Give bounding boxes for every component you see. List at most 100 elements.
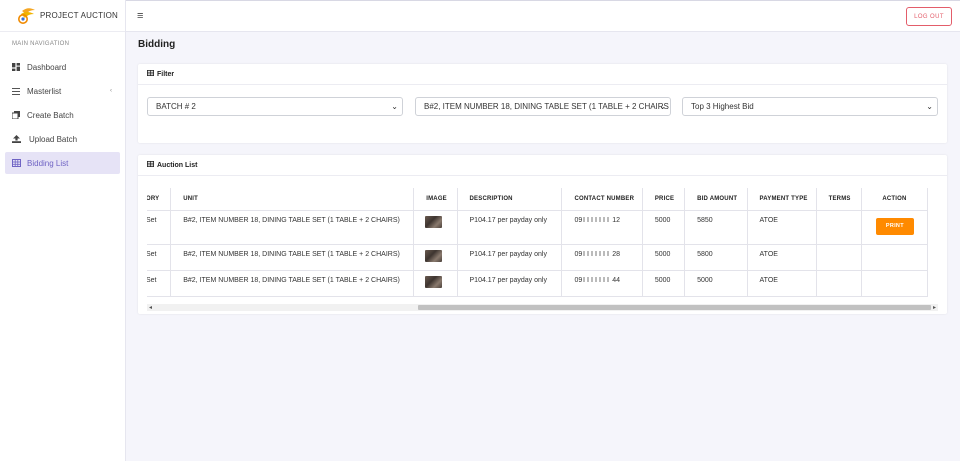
sidebar-item-masterlist[interactable]: Masterlist ‹ <box>5 80 120 102</box>
bid-filter-select[interactable]: Top 3 Highest Bid ⌄ <box>682 97 938 116</box>
item-thumbnail[interactable] <box>425 249 443 262</box>
upload-icon <box>11 135 21 143</box>
chevron-down-icon: ⌄ <box>659 102 666 111</box>
cell-price: 5000 <box>641 243 686 271</box>
table-row: Set B#2, ITEM NUMBER 18, DINING TABLE SE… <box>147 243 929 271</box>
redacted-mask <box>583 251 612 257</box>
cell-bid-amount: 5000 <box>684 269 748 297</box>
col-contact-number[interactable]: CONTACT NUMBER <box>561 188 643 211</box>
sidebar-item-bidding-list[interactable]: Bidding List <box>5 152 120 174</box>
logout-button[interactable]: LOG OUT <box>906 7 952 26</box>
auction-card-header: Auction List <box>138 155 947 176</box>
cell-category: Set <box>147 269 172 297</box>
horizontal-scrollbar[interactable]: ◂ ▸ <box>147 304 938 311</box>
menu-toggle-icon[interactable]: ≡ <box>137 10 143 22</box>
cell-contact-number: 09 12 <box>561 209 643 245</box>
cell-payment-type: ATOE <box>746 243 817 271</box>
cell-unit: B#2, ITEM NUMBER 18, DINING TABLE SET (1… <box>170 209 415 245</box>
batch-select[interactable]: BATCH # 2 ⌄ <box>147 97 403 116</box>
sidebar-item-label: Upload Batch <box>29 134 78 144</box>
sidebar-item-label: Dashboard <box>27 62 67 72</box>
contact-suffix: 12 <box>612 216 621 224</box>
cell-price: 5000 <box>641 209 686 245</box>
chevron-down-icon: ⌄ <box>391 102 398 111</box>
chevron-right-icon: ‹ <box>110 88 112 94</box>
table-icon <box>147 161 154 169</box>
sidebar: PROJECT AUCTION MAIN NAVIGATION Dashboar… <box>0 0 126 461</box>
table-header-row: ORY UNIT IMAGE DESCRIPTION CONTACT NUMBE… <box>147 188 929 211</box>
cell-contact-number: 09 44 <box>561 269 643 297</box>
cell-payment-type: ATOE <box>746 269 817 297</box>
cell-image <box>413 269 458 297</box>
auction-table: ORY UNIT IMAGE DESCRIPTION CONTACT NUMBE… <box>147 188 929 297</box>
batch-select-value: BATCH # 2 <box>156 102 196 111</box>
cell-terms <box>815 209 862 245</box>
item-thumbnail[interactable] <box>425 215 443 228</box>
col-image[interactable]: IMAGE <box>413 188 458 211</box>
contact-prefix: 09 <box>574 250 583 258</box>
auction-list-card: Auction List ORY UNIT IMAGE DESCRIPTION … <box>138 155 947 314</box>
app-logo-icon <box>16 7 36 25</box>
col-unit[interactable]: UNIT <box>170 188 415 211</box>
sidebar-item-label: Masterlist <box>27 86 62 96</box>
cell-category: Set <box>147 243 172 271</box>
cell-description: P104.17 per payday only <box>456 243 563 271</box>
col-payment-type[interactable]: PAYMENT TYPE <box>746 188 817 211</box>
contact-suffix: 28 <box>612 250 621 258</box>
redacted-mask <box>583 277 612 283</box>
cell-bid-amount: 5800 <box>684 243 748 271</box>
cell-contact-number: 09 28 <box>561 243 643 271</box>
item-thumbnail[interactable] <box>425 275 443 288</box>
cell-bid-amount: 5850 <box>684 209 748 245</box>
col-bid-amount[interactable]: BID AMOUNT <box>684 188 748 211</box>
scroll-left-icon[interactable]: ◂ <box>149 304 152 311</box>
cell-action <box>860 269 929 297</box>
cell-payment-type: ATOE <box>746 209 817 245</box>
cell-description: P104.17 per payday only <box>456 269 563 297</box>
bid-filter-select-value: Top 3 Highest Bid <box>691 102 754 111</box>
sidebar-item-dashboard[interactable]: Dashboard <box>5 56 120 78</box>
contact-suffix: 44 <box>612 276 621 284</box>
table-icon <box>147 70 154 78</box>
scroll-right-icon[interactable]: ▸ <box>933 304 936 311</box>
cell-unit: B#2, ITEM NUMBER 18, DINING TABLE SET (1… <box>170 269 415 297</box>
scrollbar-thumb[interactable] <box>418 305 931 310</box>
table-icon <box>11 159 21 167</box>
filter-title: Filter <box>157 70 175 78</box>
filter-card-header: Filter <box>138 64 947 85</box>
cell-price: 5000 <box>641 269 686 297</box>
table-row: Set B#2, ITEM NUMBER 18, DINING TABLE SE… <box>147 209 929 245</box>
print-button[interactable]: PRINT <box>875 217 914 235</box>
col-action[interactable]: ACTION <box>860 188 929 211</box>
cell-unit: B#2, ITEM NUMBER 18, DINING TABLE SET (1… <box>170 243 415 271</box>
col-description[interactable]: DESCRIPTION <box>456 188 563 211</box>
dashboard-icon <box>11 63 21 71</box>
nav-header: MAIN NAVIGATION <box>12 41 70 47</box>
sidebar-item-create-batch[interactable]: Create Batch <box>5 104 120 126</box>
item-select[interactable]: B#2, ITEM NUMBER 18, DINING TABLE SET (1… <box>415 97 671 116</box>
page-title: Bidding <box>138 39 176 50</box>
copy-icon <box>11 111 21 119</box>
table-row: Set B#2, ITEM NUMBER 18, DINING TABLE SE… <box>147 269 929 297</box>
col-price[interactable]: PRICE <box>641 188 686 211</box>
col-category[interactable]: ORY <box>147 188 172 211</box>
cell-image <box>413 209 458 245</box>
cell-action <box>860 243 929 271</box>
sidebar-item-upload-batch[interactable]: Upload Batch <box>5 128 120 150</box>
brand[interactable]: PROJECT AUCTION <box>0 0 125 32</box>
sidebar-item-label: Bidding List <box>27 158 69 168</box>
cell-image <box>413 243 458 271</box>
auction-table-scroll[interactable]: ORY UNIT IMAGE DESCRIPTION CONTACT NUMBE… <box>147 188 938 304</box>
auction-title: Auction List <box>157 161 198 169</box>
cell-terms <box>815 269 862 297</box>
cell-action: PRINT <box>860 209 929 245</box>
contact-prefix: 09 <box>574 276 583 284</box>
col-terms[interactable]: TERMS <box>815 188 862 211</box>
topbar: ≡ LOG OUT <box>126 0 960 32</box>
filter-card: Filter BATCH # 2 ⌄ B#2, ITEM NUMBER 18, … <box>138 64 947 143</box>
list-icon <box>11 87 21 95</box>
redacted-mask <box>583 217 612 223</box>
sidebar-item-label: Create Batch <box>27 110 74 120</box>
chevron-down-icon: ⌄ <box>926 102 933 111</box>
cell-description: P104.17 per payday only <box>456 209 563 245</box>
